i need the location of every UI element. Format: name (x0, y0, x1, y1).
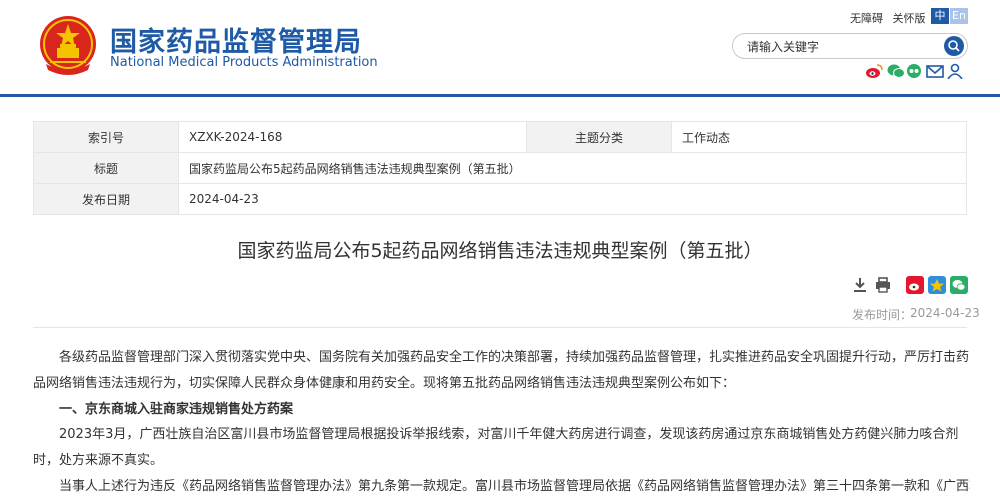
weibo-icon[interactable] (865, 63, 883, 79)
site-name-cn: 国家药品监督管理局 (110, 27, 362, 58)
index-label: 索引号 (33, 121, 179, 153)
top-links: 无障碍 关怀版 (850, 10, 932, 26)
publish-time-label: 发布时间： (852, 308, 913, 322)
article-title: 国家药监局公布5起药品网络销售违法违规典型案例（第五批） (237, 240, 763, 262)
category-label: 主题分类 (526, 121, 672, 153)
wechat-icon[interactable] (887, 63, 905, 79)
accessibility-link[interactable]: 无障碍 (850, 12, 883, 25)
lang-en-button[interactable]: En (950, 8, 968, 24)
download-icon[interactable] (851, 276, 869, 294)
care-mode-link[interactable]: 关怀版 (893, 12, 926, 25)
case-heading: 一、京东商城入驻商家违规销售处方药案 (59, 402, 294, 417)
search-icon[interactable] (944, 36, 964, 56)
wechat-mini-icon[interactable] (905, 63, 923, 79)
document-meta-table: 索引号 XZXK-2024-168 主题分类 工作动态 标题 国家药监局公布5起… (33, 121, 967, 215)
category-value: 工作动态 (671, 121, 967, 153)
national-emblem-icon (40, 16, 96, 75)
title-label: 标题 (33, 152, 179, 184)
share-qzone-icon[interactable] (928, 276, 946, 294)
user-icon[interactable] (946, 63, 964, 79)
site-header: 国家药品监督管理局 National Medical Products Admi… (0, 0, 1000, 94)
share-wechat-icon[interactable] (950, 276, 968, 294)
content-divider (33, 327, 967, 328)
share-weibo-icon[interactable] (906, 276, 924, 294)
case-paragraph-continued: 当事人上述行为违反《药品网络销售监督管理办法》第九条第一款规定。富川县市场监督管… (59, 479, 970, 494)
search-input[interactable] (745, 37, 929, 56)
lang-zh-button[interactable]: 中 (931, 8, 949, 24)
intro-paragraph: 各级药品监督管理部门深入贯彻落实党中央、国务院有关加强药品安全工作的决策部署，持… (33, 350, 970, 391)
site-name-en: National Medical Products Administration (110, 55, 378, 70)
publish-time-value: 2024-04-23 (910, 306, 980, 320)
search-box (732, 33, 968, 59)
case-paragraph: 2023年3月，广西壮族自治区富川县市场监督管理局根据投诉举报线索，对富川千年健… (33, 427, 959, 468)
header-divider (0, 94, 1000, 97)
index-value: XZXK-2024-168 (178, 121, 527, 153)
title-value: 国家药监局公布5起药品网络销售违法违规典型案例（第五批） (178, 152, 967, 184)
date-value: 2024-04-23 (178, 183, 967, 215)
date-label: 发布日期 (33, 183, 179, 215)
print-icon[interactable] (874, 276, 892, 294)
email-icon[interactable] (926, 63, 944, 79)
